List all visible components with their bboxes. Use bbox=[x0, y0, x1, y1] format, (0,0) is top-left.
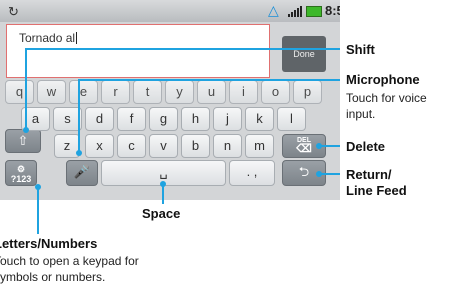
signal-bars-icon bbox=[288, 6, 302, 17]
period-key[interactable]: . , bbox=[229, 160, 275, 186]
shift-callout-line-h bbox=[25, 48, 340, 50]
key-y[interactable]: y bbox=[165, 80, 194, 104]
letters-callout-desc-1: Touch to open a keypad for bbox=[0, 254, 139, 268]
message-input[interactable]: Tornado al bbox=[6, 24, 270, 78]
phone-screen: ↻ △ 8:52 Tornado al Done q w e r t y u i… bbox=[0, 0, 340, 200]
done-button[interactable]: Done bbox=[282, 36, 326, 72]
space-callout-title: Space bbox=[142, 206, 181, 221]
key-c[interactable]: c bbox=[117, 134, 146, 158]
microphone-callout-desc-1: Touch for voice bbox=[346, 91, 427, 105]
key-l[interactable]: l bbox=[277, 107, 306, 131]
key-u[interactable]: u bbox=[197, 80, 226, 104]
symbols-key[interactable]: ⚙ ?123 bbox=[5, 160, 37, 186]
status-bar: ↻ △ 8:52 bbox=[0, 0, 340, 22]
delete-callout-title: Delete bbox=[346, 139, 386, 154]
letters-callout-line bbox=[37, 186, 39, 234]
status-time: 8:52 bbox=[325, 3, 340, 18]
letters-callout-title: Letters/Numbers bbox=[0, 236, 98, 251]
key-g[interactable]: g bbox=[149, 107, 178, 131]
shift-key[interactable]: ⇧ bbox=[5, 129, 41, 153]
shift-callout-line bbox=[25, 48, 27, 130]
space-callout-line bbox=[162, 184, 164, 204]
key-t[interactable]: t bbox=[133, 80, 162, 104]
mic-callout-line bbox=[78, 79, 80, 153]
key-q[interactable]: q bbox=[5, 80, 34, 104]
microphone-callout-title: Microphone bbox=[346, 72, 420, 87]
key-r[interactable]: r bbox=[101, 80, 130, 104]
key-m[interactable]: m bbox=[245, 134, 274, 158]
text-caret bbox=[76, 32, 78, 44]
key-v[interactable]: v bbox=[149, 134, 178, 158]
return-callout-line bbox=[320, 173, 340, 175]
microphone-icon: 🎤 bbox=[73, 164, 91, 179]
return-arrow-icon: ⮌ bbox=[298, 164, 310, 179]
letters-callout-desc-2: symbols or numbers. bbox=[0, 270, 106, 284]
space-bar-icon: ␣ bbox=[159, 164, 168, 179]
key-i[interactable]: i bbox=[229, 80, 258, 104]
key-e[interactable]: e bbox=[69, 80, 98, 104]
mic-callout-line-h bbox=[78, 79, 340, 81]
key-k[interactable]: k bbox=[245, 107, 274, 131]
key-f[interactable]: f bbox=[117, 107, 146, 131]
key-o[interactable]: o bbox=[261, 80, 290, 104]
sync-icon: ↻ bbox=[8, 4, 19, 19]
key-b[interactable]: b bbox=[181, 134, 210, 158]
delete-callout-line bbox=[320, 145, 340, 147]
microphone-key[interactable]: 🎤 bbox=[66, 160, 98, 186]
microphone-callout-desc-2: input. bbox=[346, 107, 376, 121]
battery-icon bbox=[306, 6, 322, 17]
message-text: Tornado al bbox=[19, 31, 78, 45]
key-w[interactable]: w bbox=[37, 80, 66, 104]
return-callout-title-2: Line Feed bbox=[346, 183, 407, 198]
key-x[interactable]: x bbox=[85, 134, 114, 158]
key-n[interactable]: n bbox=[213, 134, 242, 158]
gear-icon: ⚙ bbox=[16, 164, 26, 174]
warning-triangle-icon: △ bbox=[268, 2, 279, 18]
symbols-key-label: ?123 bbox=[10, 174, 32, 184]
shift-arrow-icon: ⇧ bbox=[17, 133, 29, 148]
key-p[interactable]: p bbox=[293, 80, 322, 104]
return-callout-title-1: Return/ bbox=[346, 167, 392, 182]
key-j[interactable]: j bbox=[213, 107, 242, 131]
key-h[interactable]: h bbox=[181, 107, 210, 131]
shift-callout-title: Shift bbox=[346, 42, 375, 57]
key-d[interactable]: d bbox=[85, 107, 114, 131]
